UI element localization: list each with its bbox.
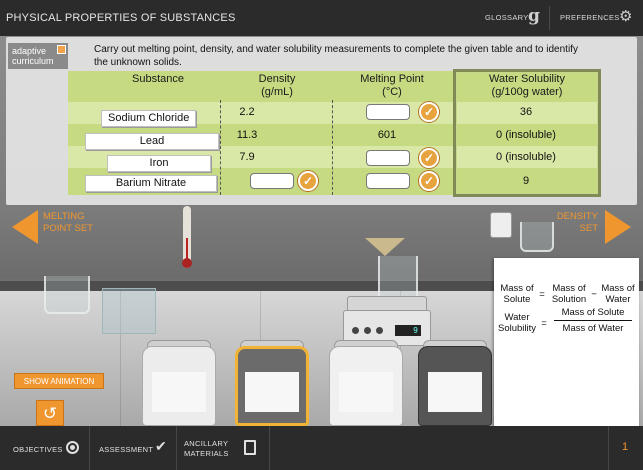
check-icon[interactable]: ✓ xyxy=(419,102,439,122)
divider xyxy=(89,426,90,470)
bottom-bar: OBJECTIVES ASSESSMENT ✔ ANCILLARY MATERI… xyxy=(0,426,643,470)
glossary-icon[interactable]: g xyxy=(528,6,540,26)
document-icon xyxy=(244,440,256,455)
thermometer-bulb xyxy=(182,258,192,268)
divider xyxy=(269,426,270,470)
substance-label: Sodium Chloride xyxy=(101,110,197,127)
substance-label: Lead xyxy=(85,133,219,150)
equation-text: Mass of xyxy=(601,283,635,294)
equation-text: Solution xyxy=(551,294,587,305)
header-density: Density (g/mL) xyxy=(222,73,332,99)
assessment-label: ASSESSMENT xyxy=(99,445,154,454)
equation-term: Mass of Water xyxy=(598,283,638,305)
glossary-button[interactable]: GLOSSARY xyxy=(485,13,529,22)
solubility-cell: 0 (insoluble) xyxy=(496,151,556,163)
substance-label: Barium Nitrate xyxy=(85,175,217,192)
assessment-button[interactable]: ASSESSMENT ✔ xyxy=(99,426,173,470)
preferences-button[interactable]: PREFERENCES xyxy=(560,13,620,22)
reset-icon[interactable]: ↺ xyxy=(36,400,64,426)
melting-point-cell: 601 xyxy=(377,129,397,141)
equation-term: Water Solubility xyxy=(494,312,540,334)
equals-sign: = xyxy=(541,318,547,329)
header-density-unit: (g/mL) xyxy=(261,86,293,98)
target-icon xyxy=(66,441,79,454)
solubility-cell: 9 xyxy=(522,175,530,187)
header-substance: Substance xyxy=(132,73,184,85)
density-cell: 2.2 xyxy=(239,106,255,118)
header-melting-label: Melting Point xyxy=(360,73,424,85)
ancillary-label: ANCILLARY xyxy=(184,439,229,448)
header-melting-unit: (°C) xyxy=(382,86,402,98)
objectives-button[interactable]: OBJECTIVES xyxy=(13,426,89,470)
jar-label xyxy=(428,372,482,412)
funnel[interactable] xyxy=(365,238,405,256)
check-icon[interactable]: ✓ xyxy=(419,171,439,191)
melting-point-input[interactable] xyxy=(366,173,410,189)
balance-readout: 9 xyxy=(395,325,421,336)
logo-text: curriculum xyxy=(12,56,54,66)
target-icon-dot xyxy=(70,445,75,450)
equation-term: Mass of Solution xyxy=(548,283,590,305)
check-icon[interactable]: ✓ xyxy=(419,148,439,168)
substance-label: Iron xyxy=(107,155,211,172)
checkmark-icon: ✔ xyxy=(155,438,168,454)
gear-icon[interactable]: ⚙ xyxy=(619,9,632,24)
jar-label xyxy=(152,372,206,412)
fraction-bar xyxy=(554,320,632,321)
prev-set-arrow-icon[interactable] xyxy=(12,210,38,244)
fraction-numerator: Mass of Solute xyxy=(561,307,625,318)
divider xyxy=(608,426,609,470)
header-density-label: Density xyxy=(258,73,296,85)
solubility-cell: 36 xyxy=(519,106,533,118)
column-divider xyxy=(332,100,333,195)
divider xyxy=(176,426,177,470)
power-outlet xyxy=(490,212,512,238)
divider xyxy=(549,6,550,30)
density-cell: 7.9 xyxy=(239,151,255,163)
logo-mark xyxy=(57,45,66,54)
jar-label xyxy=(339,372,393,412)
balance-button[interactable] xyxy=(364,327,371,334)
equation-text: Water xyxy=(504,312,530,323)
test-tube-rack[interactable] xyxy=(102,288,156,334)
equation-text: Solubility xyxy=(497,323,537,334)
balance-button[interactable] xyxy=(352,327,359,334)
ancillary-label: MATERIALS xyxy=(184,449,229,458)
solubility-cell: 0 (insoluble) xyxy=(496,129,556,141)
density-cell: 11.3 xyxy=(236,129,258,141)
density-input[interactable] xyxy=(250,173,294,189)
fraction-denominator: Mass of Water xyxy=(562,323,624,334)
objectives-label: OBJECTIVES xyxy=(13,445,63,454)
melting-point-input[interactable] xyxy=(366,150,410,166)
header-melting-point: Melting Point (°C) xyxy=(332,73,452,99)
column-divider xyxy=(220,100,221,195)
melting-point-input[interactable] xyxy=(366,104,410,120)
next-set-label[interactable]: DENSITY SET xyxy=(548,211,598,235)
equation-text: Solute xyxy=(503,294,531,305)
equation-text: Mass of xyxy=(500,283,534,294)
jar-label xyxy=(245,372,299,412)
check-icon[interactable]: ✓ xyxy=(298,171,318,191)
next-set-arrow-icon[interactable] xyxy=(605,210,631,244)
instructions-text: Carry out melting point, density, and wa… xyxy=(94,44,578,68)
prev-set-label[interactable]: MELTING POINT SET xyxy=(43,211,103,235)
equation-text: Water xyxy=(605,294,631,305)
equals-sign: = xyxy=(539,289,545,300)
equation-text: Mass of xyxy=(552,283,586,294)
thermometer-mercury xyxy=(186,238,188,260)
top-bar: PHYSICAL PROPERTIES OF SUBSTANCES GLOSSA… xyxy=(0,0,643,36)
ancillary-materials-button[interactable]: ANCILLARY MATERIALS xyxy=(184,426,264,470)
show-animation-button[interactable]: SHOW ANIMATION xyxy=(14,373,104,389)
beaker-left[interactable] xyxy=(44,276,90,314)
adaptive-curriculum-logo: adaptive curriculum xyxy=(8,43,68,69)
app-title: PHYSICAL PROPERTIES OF SUBSTANCES xyxy=(6,12,236,24)
page-number: 1 xyxy=(622,441,629,453)
equation-term: Mass of Solute xyxy=(497,283,537,305)
balance-button[interactable] xyxy=(376,327,383,334)
